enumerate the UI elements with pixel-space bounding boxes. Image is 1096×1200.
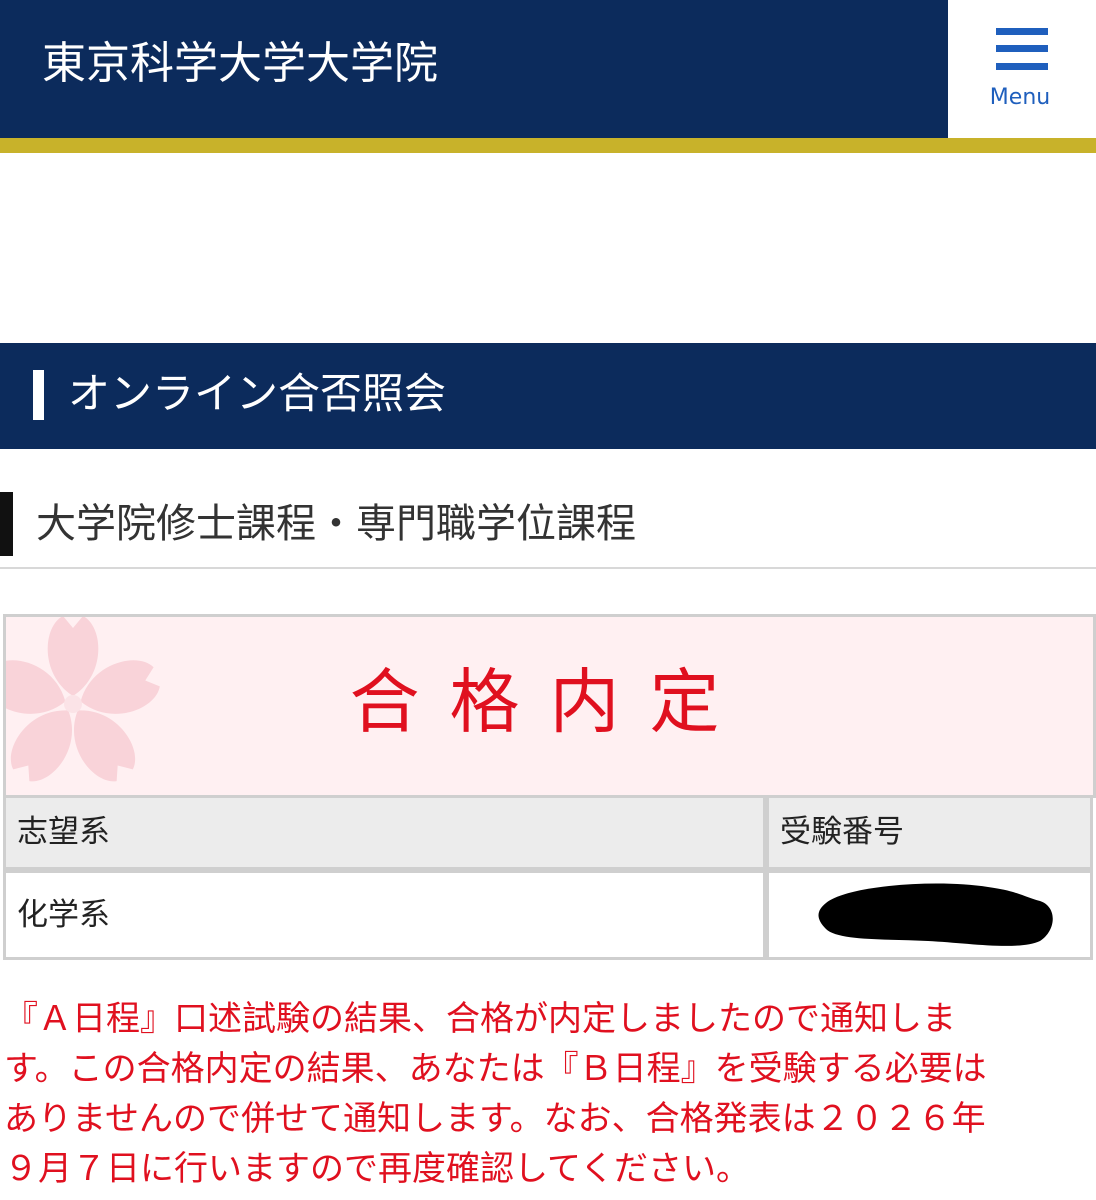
exam-number-header-label: 受験番号 (780, 814, 904, 850)
notice-line: す。この合格内定の結果、あなたは『Ｂ日程』を受験する必要は (4, 1049, 987, 1089)
notice-line: 『Ａ日程』口述試験の結果、合格が内定しましたので通知しま (4, 999, 956, 1039)
table-header-department (3, 795, 766, 870)
subtitle-divider (0, 567, 1096, 569)
subtitle-marker (0, 492, 13, 556)
notice-line: ９月７日に行いますので再度確認してください。 (4, 1149, 750, 1189)
page-subtitle: 大学院修士課程・専門職学位課程 (36, 501, 636, 547)
section-title: オンライン合否照会 (68, 369, 447, 418)
redacted-exam-number (818, 883, 1053, 946)
table-cell-department (3, 870, 766, 960)
department-value: 化学系 (17, 897, 110, 933)
section-marker (33, 370, 44, 420)
result-status-text: 合格内定 (349, 661, 750, 743)
header-accent-rule (0, 138, 1096, 153)
menu-label[interactable]: Menu (960, 84, 1080, 112)
notice-line: ありませんので併せて通知します。なお、合格発表は２０２６年 (4, 1099, 986, 1139)
hamburger-menu-icon[interactable] (996, 28, 1048, 70)
department-header-label: 志望系 (17, 814, 110, 850)
site-title[interactable]: 東京科学大学大学院 (42, 34, 438, 94)
